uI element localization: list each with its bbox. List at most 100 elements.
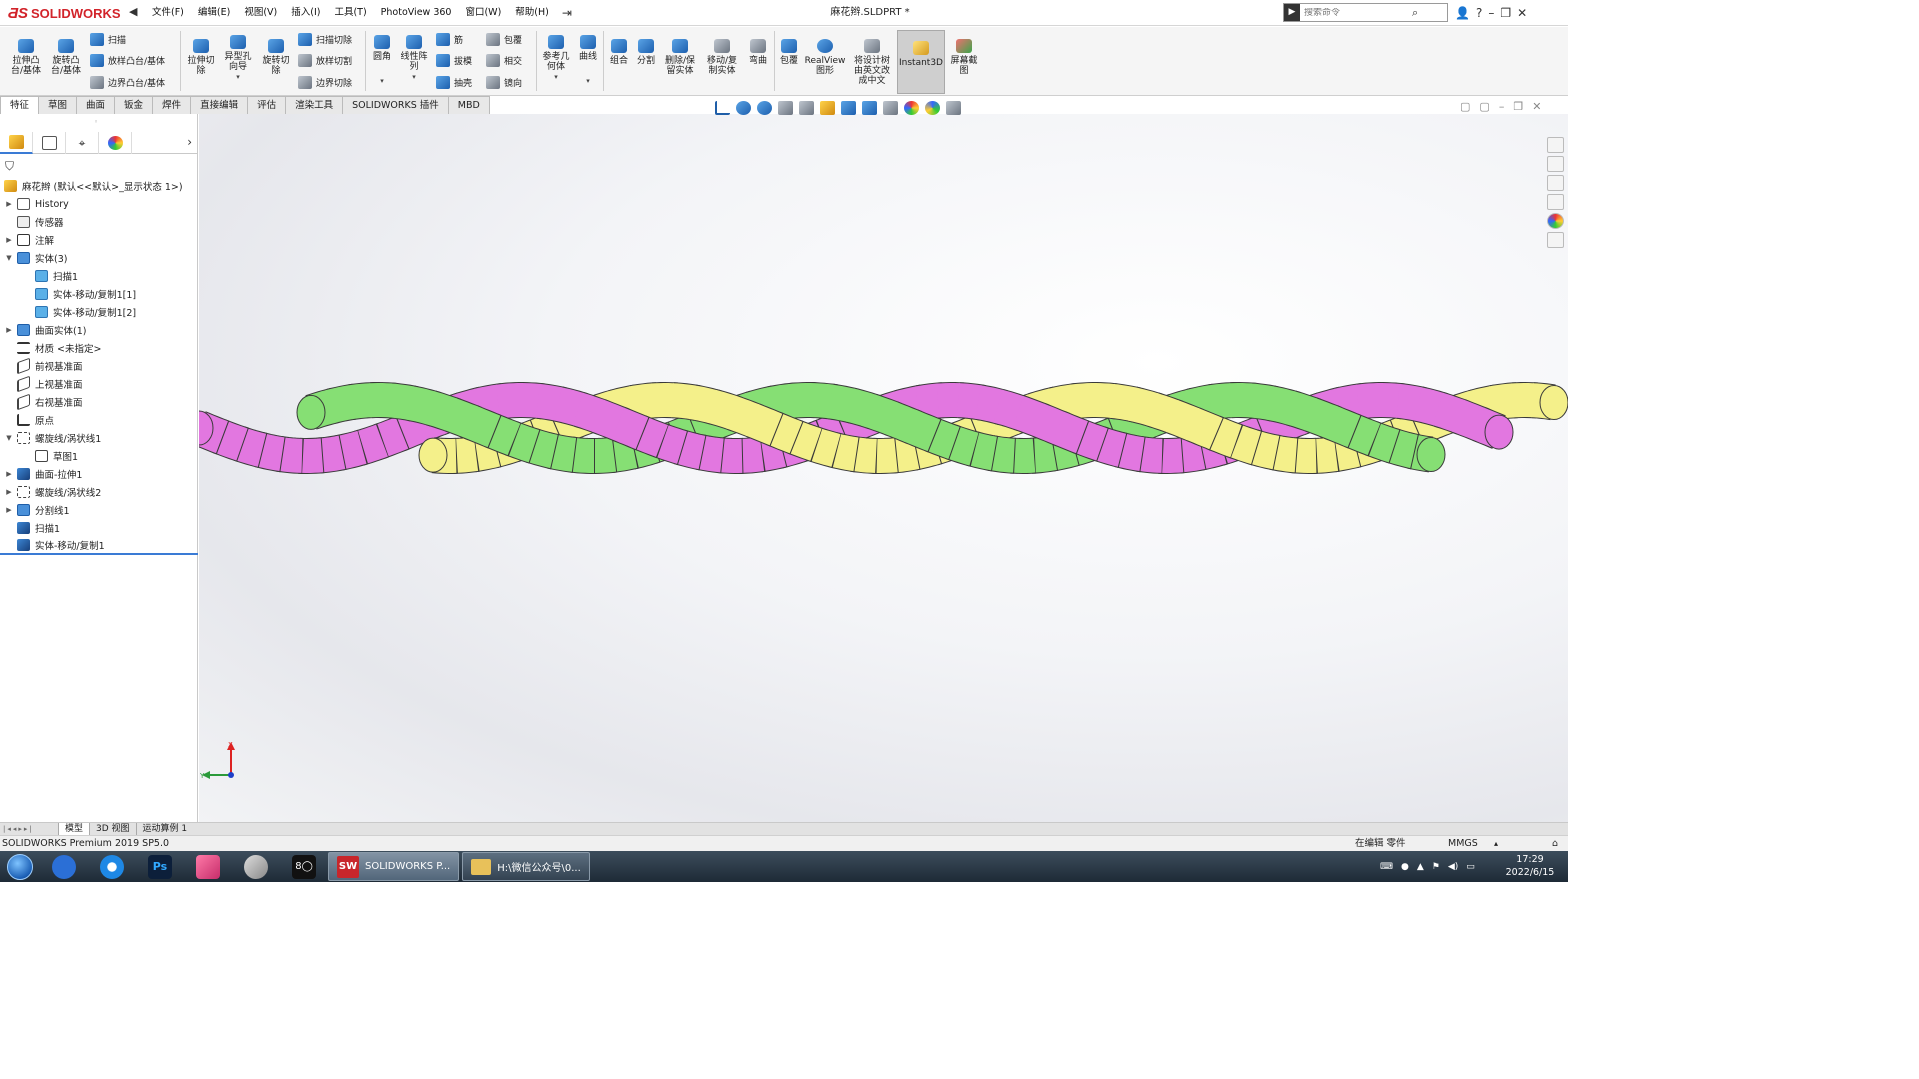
feature-manager-tab-icon[interactable] (0, 132, 33, 154)
display-manager-tab-icon[interactable] (99, 132, 132, 154)
solidworks-resources-icon[interactable] (1547, 137, 1564, 153)
tab-3d-views[interactable]: 3D 视图 (89, 823, 136, 835)
tree-expand-icon[interactable]: ▶ (4, 488, 14, 496)
extrude-cut-button[interactable]: 拉伸切 除 (183, 39, 219, 76)
tab-weldments[interactable]: 焊件 (152, 96, 192, 114)
tree-node[interactable]: 实体-移动/复制1 (0, 537, 198, 555)
braid-strand-green[interactable] (463, 405, 501, 448)
dynamic-annotation-icon[interactable] (820, 101, 835, 115)
fillet-button[interactable]: 圆角 ▾ (368, 35, 396, 86)
menu-edit[interactable]: 编辑(E) (191, 0, 237, 26)
search-input[interactable] (1300, 7, 1410, 18)
sweep-cut-button[interactable]: 扫描切除 (298, 33, 352, 46)
dropdown-arrow-icon[interactable]: ▾ (538, 72, 574, 82)
braid-strand-pink[interactable] (611, 407, 649, 450)
intersect-button[interactable]: 相交 (486, 54, 522, 67)
help-icon[interactable]: ? (1476, 6, 1482, 20)
flex-button[interactable]: 弯曲 (745, 39, 771, 66)
tab-sheet-metal[interactable]: 钣金 (114, 96, 154, 114)
doc-close-icon[interactable]: ✕ (1532, 100, 1541, 113)
translate-tree-button[interactable]: 将设计树 由英文改 成中文 (849, 39, 895, 86)
tree-node[interactable]: 扫描1 (0, 519, 198, 537)
tab-render-tools[interactable]: 渲染工具 (285, 96, 344, 114)
tree-node[interactable]: 前视基准面 (0, 357, 198, 375)
zoom-to-area-icon[interactable] (757, 101, 772, 115)
taskbar-solidworks-window[interactable]: SW SOLIDWORKS P... (328, 852, 460, 881)
graphics-area[interactable]: X Y (199, 114, 1568, 822)
tile-left-icon[interactable]: ▢ (1460, 100, 1470, 113)
tab-mbd[interactable]: MBD (447, 96, 490, 114)
tree-node[interactable]: 原点 (0, 411, 198, 429)
tree-expand-icon[interactable]: ▼ (4, 434, 14, 442)
tree-node[interactable]: 扫描1 (0, 267, 198, 285)
tree-node[interactable]: 草图1 (0, 447, 198, 465)
configuration-manager-tab-icon[interactable]: ⌖ (66, 132, 99, 154)
dropdown-arrow-icon[interactable]: ▾ (219, 72, 257, 82)
custom-properties-icon[interactable] (1547, 232, 1564, 248)
dropdown-arrow-icon[interactable]: ▾ (368, 76, 396, 86)
move-copy-body-button[interactable]: 移动/复 制实体 (702, 39, 742, 76)
view-palette-icon[interactable] (1547, 194, 1564, 210)
tree-node[interactable]: 实体-移动/复制1[2] (0, 303, 198, 321)
loft-button[interactable]: 放样凸台/基体 (90, 54, 165, 67)
tree-node[interactable]: 实体-移动/复制1[1] (0, 285, 198, 303)
braid-strand-green[interactable] (903, 409, 941, 452)
property-manager-tab-icon[interactable] (33, 132, 66, 154)
taskbar-baidu-app[interactable] (40, 851, 88, 882)
dropdown-arrow-icon[interactable]: ▾ (398, 72, 430, 82)
curves-button[interactable]: 曲线 ▾ (576, 35, 600, 86)
shell-button[interactable]: 抽壳 (436, 76, 472, 89)
appearances-icon[interactable] (1547, 213, 1564, 229)
file-explorer-icon[interactable] (1547, 175, 1564, 191)
boundary-cut-button[interactable]: 边界切除 (298, 76, 352, 89)
menu-view[interactable]: 视图(V) (237, 0, 284, 26)
previous-view-icon[interactable] (778, 101, 793, 115)
doc-minimize-icon[interactable]: – (1499, 100, 1505, 113)
magnifier-icon[interactable]: ⌕ (1412, 6, 1418, 20)
instant3d-button[interactable]: Instant3D (897, 30, 945, 94)
wechat-tray-icon[interactable]: ● (1401, 862, 1409, 872)
tree-node[interactable]: ▼ 实体(3) (0, 249, 198, 267)
taskbar-recorder-app[interactable]: 8◯ (280, 851, 328, 882)
tree-root[interactable]: 麻花辫 (默认<<默认>_显示状态 1>) (0, 177, 198, 195)
user-icon[interactable]: 👤 (1455, 6, 1470, 20)
tab-solidworks-addins[interactable]: SOLIDWORKS 插件 (342, 96, 449, 114)
menu-tools[interactable]: 工具(T) (327, 0, 373, 26)
menu-help[interactable]: 帮助(H) (508, 0, 556, 26)
menu-file[interactable]: 文件(F) (145, 0, 191, 26)
screen-capture-button[interactable]: 屏幕截 图 (946, 39, 982, 76)
apply-scene-icon[interactable] (925, 101, 940, 115)
taskbar-media-app[interactable] (184, 851, 232, 882)
braid-strand-pink[interactable] (1051, 411, 1088, 454)
network-icon[interactable]: ▲ (1417, 862, 1424, 872)
wrap-feature-button[interactable]: 包覆 (776, 39, 802, 66)
status-help-icon[interactable]: ⌂ (1552, 836, 1558, 851)
tree-expand-icon[interactable]: ▶ (4, 506, 14, 514)
reference-geometry-button[interactable]: 参考几 何体 ▾ (538, 35, 574, 82)
status-units[interactable]: MMGS (1448, 836, 1478, 851)
tree-expand-icon[interactable]: ▶ (4, 236, 14, 244)
panel-grip-icon[interactable]: ◦ (94, 118, 98, 126)
tree-node[interactable]: ▶ 曲面-拉伸1 (0, 465, 198, 483)
linear-pattern-button[interactable]: 线性阵 列 ▾ (398, 35, 430, 82)
extrude-boss-button[interactable]: 拉伸凸 台/基体 (6, 39, 46, 76)
tab-scroll-arrows-icon[interactable]: |◂◂▸▸| (0, 825, 58, 833)
menu-photoview[interactable]: PhotoView 360 (374, 0, 459, 26)
pin-menu-icon[interactable]: ⇥ (556, 6, 578, 20)
revolve-cut-button[interactable]: 旋转切 除 (258, 39, 294, 76)
sweep-button[interactable]: 扫描 (90, 33, 126, 46)
boundary-button[interactable]: 边界凸台/基体 (90, 76, 165, 89)
revolve-boss-button[interactable]: 旋转凸 台/基体 (46, 39, 86, 76)
tab-sketch[interactable]: 草图 (38, 96, 78, 114)
menu-insert[interactable]: 插入(I) (284, 0, 327, 26)
menu-expand-icon[interactable]: ◀ (129, 5, 139, 21)
taskbar-browser-app[interactable] (88, 851, 136, 882)
units-menu-icon[interactable]: ▴ (1494, 836, 1498, 851)
tree-node[interactable]: ▼ 螺旋线/涡状线1 (0, 429, 198, 447)
tile-right-icon[interactable]: ▢ (1479, 100, 1489, 113)
draft-button[interactable]: 拔模 (436, 54, 472, 67)
minimize-button[interactable]: – (1488, 6, 1494, 20)
search-commands-box[interactable]: ▶ ⌕ (1283, 3, 1448, 22)
delete-keep-body-button[interactable]: 删除/保 留实体 (660, 39, 700, 76)
tree-expand-icon[interactable]: ▶ (4, 326, 14, 334)
